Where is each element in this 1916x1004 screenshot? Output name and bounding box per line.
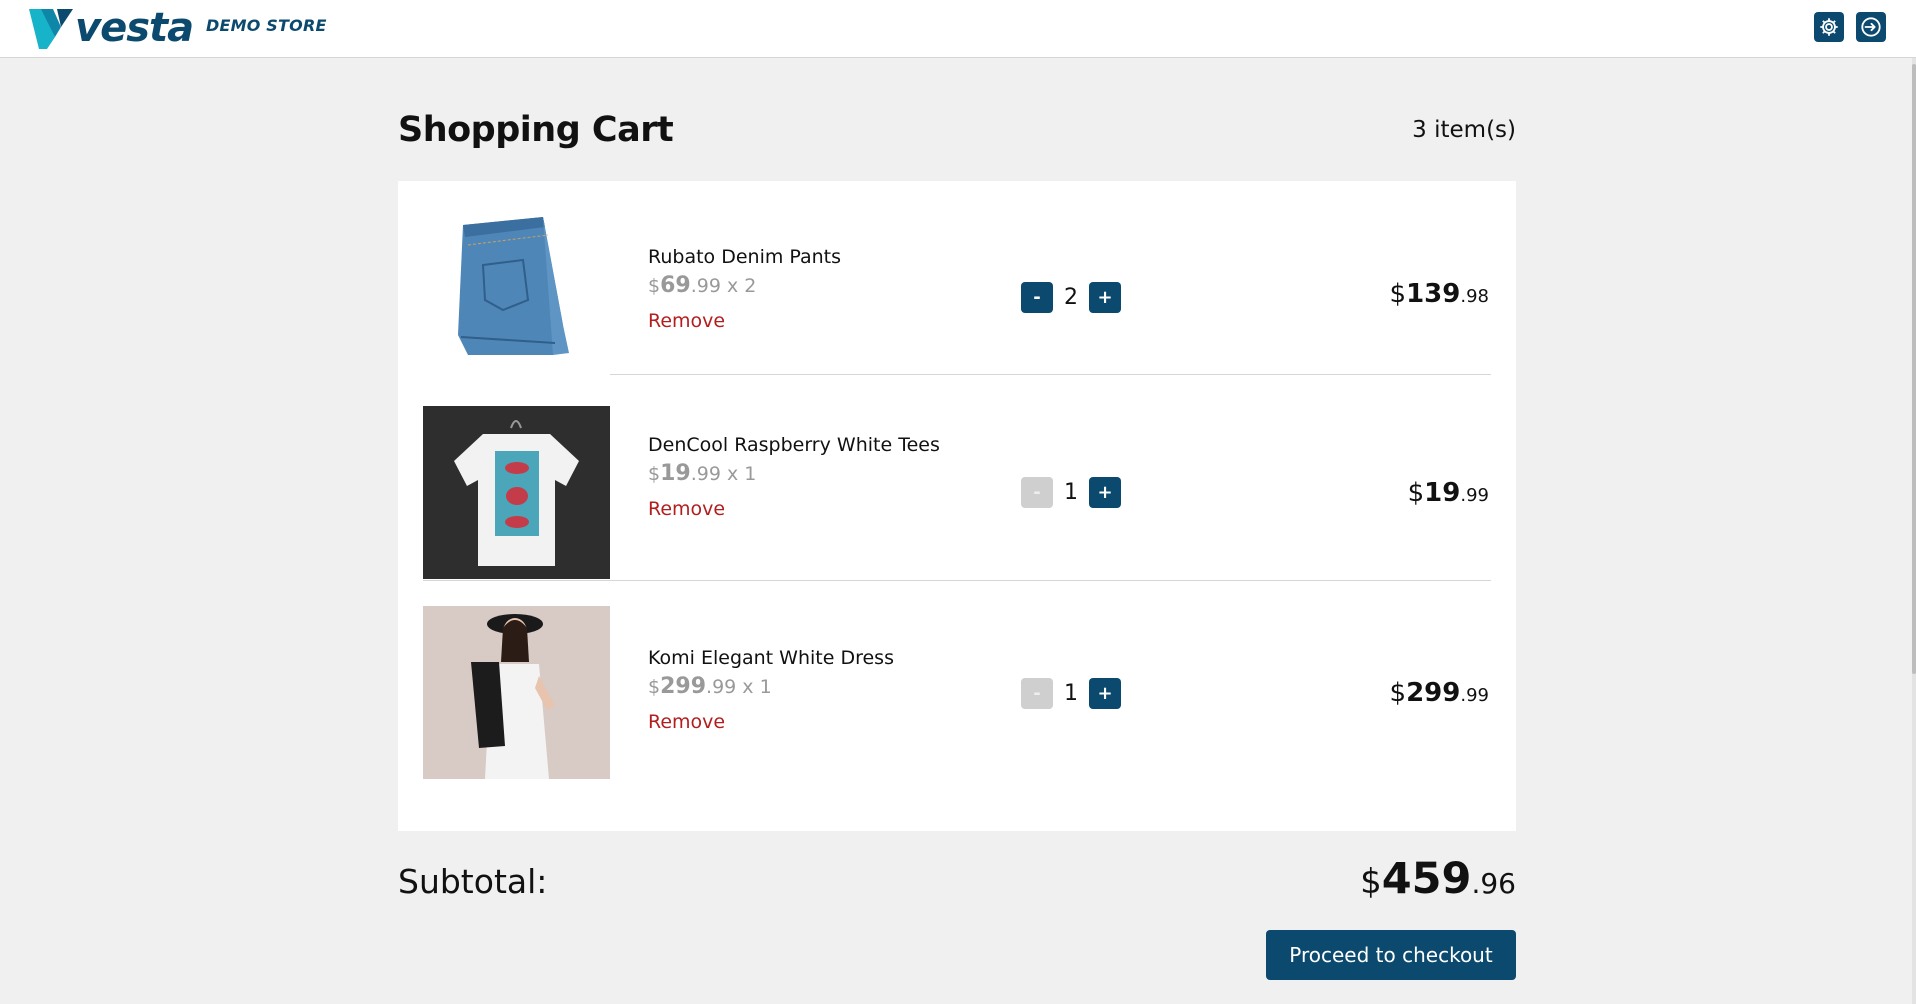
vesta-logo[interactable]: vesta bbox=[27, 5, 194, 51]
vesta-logo-mark bbox=[29, 9, 73, 49]
product-name[interactable]: DenCool Raspberry White Tees bbox=[648, 433, 948, 457]
line-total-whole: 299 bbox=[1406, 678, 1461, 708]
cart-item-info: Komi Elegant White Dress $299.99 x 1 Rem… bbox=[648, 646, 948, 733]
unit-price: $19.99 x 1 bbox=[648, 462, 948, 486]
subtotal-whole: 459 bbox=[1381, 854, 1472, 904]
line-total-cents: .98 bbox=[1460, 286, 1489, 307]
unit-quantity-text: x 1 bbox=[720, 463, 757, 485]
line-total-currency: $ bbox=[1389, 678, 1407, 708]
settings-button[interactable] bbox=[1814, 12, 1844, 42]
cart-item-info: DenCool Raspberry White Tees $19.99 x 1 … bbox=[648, 433, 948, 520]
decrease-quantity-button[interactable]: - bbox=[1021, 282, 1053, 313]
cart-item-row: Rubato Denim Pants $69.99 x 2 Remove - 2… bbox=[423, 205, 1491, 378]
sign-in-button[interactable] bbox=[1856, 12, 1886, 42]
quantity-stepper: - 1 + bbox=[1021, 678, 1121, 709]
proceed-to-checkout-button[interactable]: Proceed to checkout bbox=[1266, 930, 1516, 980]
product-name[interactable]: Komi Elegant White Dress bbox=[648, 646, 948, 670]
cart-item-info: Rubato Denim Pants $69.99 x 2 Remove bbox=[648, 245, 948, 332]
decrease-quantity-button[interactable]: - bbox=[1021, 678, 1053, 709]
unit-price-currency: $ bbox=[648, 275, 661, 297]
unit-price-whole: 19 bbox=[660, 461, 691, 486]
unit-price-currency: $ bbox=[648, 463, 661, 485]
subtotal-label: Subtotal: bbox=[398, 862, 548, 901]
increase-quantity-button[interactable]: + bbox=[1089, 678, 1121, 709]
unit-price-currency: $ bbox=[648, 676, 661, 698]
cart-item-count: 3 item(s) bbox=[1412, 117, 1516, 143]
remove-item-link[interactable]: Remove bbox=[648, 310, 725, 332]
unit-price-whole: 299 bbox=[660, 674, 707, 699]
scrollbar-thumb[interactable] bbox=[1912, 64, 1916, 674]
sign-in-icon bbox=[1861, 17, 1881, 37]
line-total-currency: $ bbox=[1389, 279, 1407, 309]
line-total-cents: .99 bbox=[1460, 485, 1489, 506]
white-tee-image[interactable] bbox=[423, 406, 610, 579]
logo-wordmark: vesta bbox=[75, 5, 194, 51]
top-bar: vesta DEMO STORE bbox=[0, 0, 1916, 58]
product-name[interactable]: Rubato Denim Pants bbox=[648, 245, 948, 269]
subtotal-cents: .96 bbox=[1471, 867, 1516, 900]
cart-item-row: Komi Elegant White Dress $299.99 x 1 Rem… bbox=[423, 606, 1491, 781]
store-label: DEMO STORE bbox=[206, 16, 327, 35]
page-scrollbar[interactable] bbox=[1912, 58, 1916, 1004]
subtotal-currency: $ bbox=[1360, 862, 1382, 902]
cart-item-row: DenCool Raspberry White Tees $19.99 x 1 … bbox=[423, 406, 1491, 581]
page-title: Shopping Cart bbox=[398, 110, 674, 150]
unit-price-cents: .99 bbox=[690, 275, 721, 297]
unit-price: $299.99 x 1 bbox=[648, 675, 948, 699]
line-total: $299.99 bbox=[1390, 678, 1489, 708]
line-total: $139.98 bbox=[1390, 279, 1489, 309]
line-total-currency: $ bbox=[1407, 478, 1425, 508]
remove-item-link[interactable]: Remove bbox=[648, 711, 725, 733]
quantity-value: 1 bbox=[1064, 480, 1078, 505]
unit-price-cents: .99 bbox=[706, 676, 737, 698]
quantity-value: 2 bbox=[1064, 285, 1078, 310]
decrease-quantity-button[interactable]: - bbox=[1021, 477, 1053, 508]
line-total-cents: .99 bbox=[1460, 685, 1489, 706]
line-total: $19.99 bbox=[1408, 478, 1489, 508]
gear-icon bbox=[1820, 18, 1838, 36]
white-dress-image[interactable] bbox=[423, 606, 610, 779]
unit-price-whole: 69 bbox=[660, 273, 691, 298]
unit-quantity-text: x 1 bbox=[736, 676, 772, 698]
line-total-whole: 139 bbox=[1406, 279, 1461, 309]
denim-pants-image[interactable] bbox=[423, 205, 610, 378]
line-total-whole: 19 bbox=[1424, 478, 1461, 508]
unit-price-cents: .99 bbox=[690, 463, 721, 485]
increase-quantity-button[interactable]: + bbox=[1089, 282, 1121, 313]
remove-item-link[interactable]: Remove bbox=[648, 498, 725, 520]
cart-items-panel: Rubato Denim Pants $69.99 x 2 Remove - 2… bbox=[398, 181, 1516, 831]
quantity-stepper: - 2 + bbox=[1021, 282, 1121, 313]
quantity-value: 1 bbox=[1064, 681, 1078, 706]
quantity-stepper: - 1 + bbox=[1021, 477, 1121, 508]
subtotal-value: $459.96 bbox=[1360, 854, 1516, 904]
increase-quantity-button[interactable]: + bbox=[1089, 477, 1121, 508]
unit-price: $69.99 x 2 bbox=[648, 274, 948, 298]
unit-quantity-text: x 2 bbox=[720, 275, 757, 297]
